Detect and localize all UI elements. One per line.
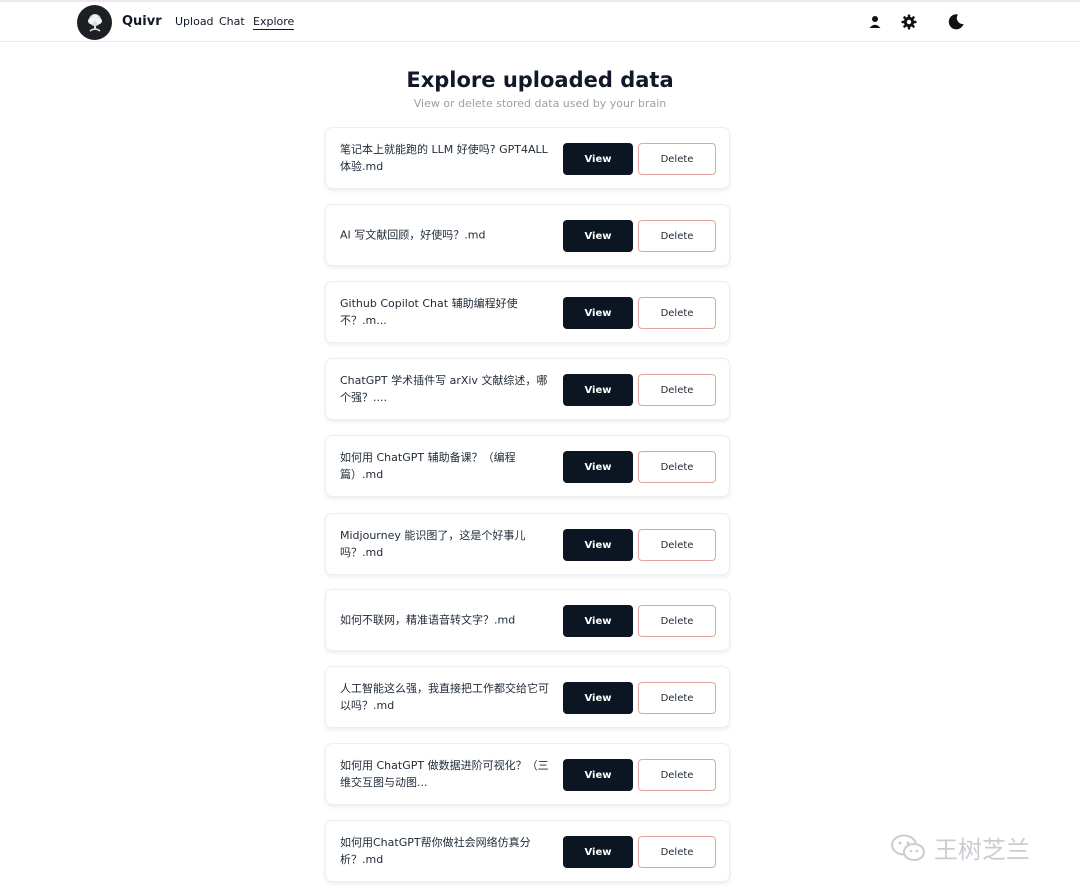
delete-button[interactable]: Delete bbox=[638, 605, 716, 637]
nav-chat[interactable]: Chat bbox=[219, 15, 245, 28]
delete-button[interactable]: Delete bbox=[638, 297, 716, 329]
delete-button[interactable]: Delete bbox=[638, 682, 716, 714]
nav-explore[interactable]: Explore bbox=[253, 15, 295, 30]
document-name: 如何用 ChatGPT 辅助备课？（编程篇）.md bbox=[340, 451, 516, 481]
delete-button[interactable]: Delete bbox=[638, 374, 716, 406]
delete-button[interactable]: Delete bbox=[638, 836, 716, 868]
view-button[interactable]: View bbox=[563, 297, 633, 329]
page-title: Explore uploaded data bbox=[406, 68, 674, 92]
top-navbar: Quivr Upload Chat Explore bbox=[0, 2, 1080, 42]
document-card: 如何用 ChatGPT 做数据进阶可视化？（三维交互图与动图... View D… bbox=[325, 743, 730, 805]
brand-name[interactable]: Quivr bbox=[122, 14, 162, 29]
document-card: AI 写文献回顾，好使吗？.md View Delete bbox=[325, 204, 730, 266]
view-button[interactable]: View bbox=[563, 220, 633, 252]
delete-button[interactable]: Delete bbox=[638, 529, 716, 561]
quivr-logo[interactable] bbox=[77, 5, 112, 40]
document-name: AI 写文献回顾，好使吗？.md bbox=[340, 228, 486, 242]
document-name: Github Copilot Chat 辅助编程好使不？.m... bbox=[340, 297, 518, 327]
document-card: ChatGPT 学术插件写 arXiv 文献综述，哪个强？.... View D… bbox=[325, 358, 730, 420]
brain-tree-icon bbox=[87, 13, 102, 32]
wechat-icon bbox=[891, 834, 925, 861]
view-button[interactable]: View bbox=[563, 143, 633, 175]
delete-button[interactable]: Delete bbox=[638, 451, 716, 483]
delete-button[interactable]: Delete bbox=[638, 220, 716, 252]
moon-icon[interactable] bbox=[947, 13, 965, 31]
view-button[interactable]: View bbox=[563, 682, 633, 714]
view-button[interactable]: View bbox=[563, 605, 633, 637]
document-card: 如何用ChatGPT帮你做社会网络仿真分析？.md View Delete bbox=[325, 820, 730, 882]
gear-icon[interactable] bbox=[900, 13, 918, 31]
document-name: 如何用ChatGPT帮你做社会网络仿真分析？.md bbox=[340, 836, 531, 866]
view-button[interactable]: View bbox=[563, 451, 633, 483]
document-card: 如何不联网，精准语音转文字？.md View Delete bbox=[325, 589, 730, 651]
document-name: 笔记本上就能跑的 LLM 好使吗? GPT4ALL 体验.md bbox=[340, 143, 548, 173]
document-card: Midjourney 能识图了，这是个好事儿吗？.md View Delete bbox=[325, 513, 730, 575]
view-button[interactable]: View bbox=[563, 374, 633, 406]
document-card: Github Copilot Chat 辅助编程好使不？.m... View D… bbox=[325, 281, 730, 343]
nav-upload[interactable]: Upload bbox=[175, 15, 214, 28]
document-card: 如何用 ChatGPT 辅助备课？（编程篇）.md View Delete bbox=[325, 435, 730, 497]
user-icon[interactable] bbox=[866, 13, 884, 31]
document-name: 如何用 ChatGPT 做数据进阶可视化？（三维交互图与动图... bbox=[340, 759, 549, 789]
document-name: Midjourney 能识图了，这是个好事儿吗？.md bbox=[340, 529, 526, 559]
view-button[interactable]: View bbox=[563, 836, 633, 868]
delete-button[interactable]: Delete bbox=[638, 759, 716, 791]
document-name: ChatGPT 学术插件写 arXiv 文献综述，哪个强？.... bbox=[340, 374, 548, 404]
view-button[interactable]: View bbox=[563, 759, 633, 791]
delete-button[interactable]: Delete bbox=[638, 143, 716, 175]
page-subtitle: View or delete stored data used by your … bbox=[413, 97, 667, 110]
view-button[interactable]: View bbox=[563, 529, 633, 561]
document-card: 人工智能这么强，我直接把工作都交给它可以吗？.md View Delete bbox=[325, 666, 730, 728]
document-card: 笔记本上就能跑的 LLM 好使吗? GPT4ALL 体验.md View Del… bbox=[325, 127, 730, 189]
document-name: 如何不联网，精准语音转文字？.md bbox=[340, 613, 516, 627]
document-name: 人工智能这么强，我直接把工作都交给它可以吗？.md bbox=[340, 682, 549, 712]
watermark-text: 王树芝兰 bbox=[934, 836, 1030, 864]
watermark: 王树芝兰 bbox=[890, 830, 1030, 865]
